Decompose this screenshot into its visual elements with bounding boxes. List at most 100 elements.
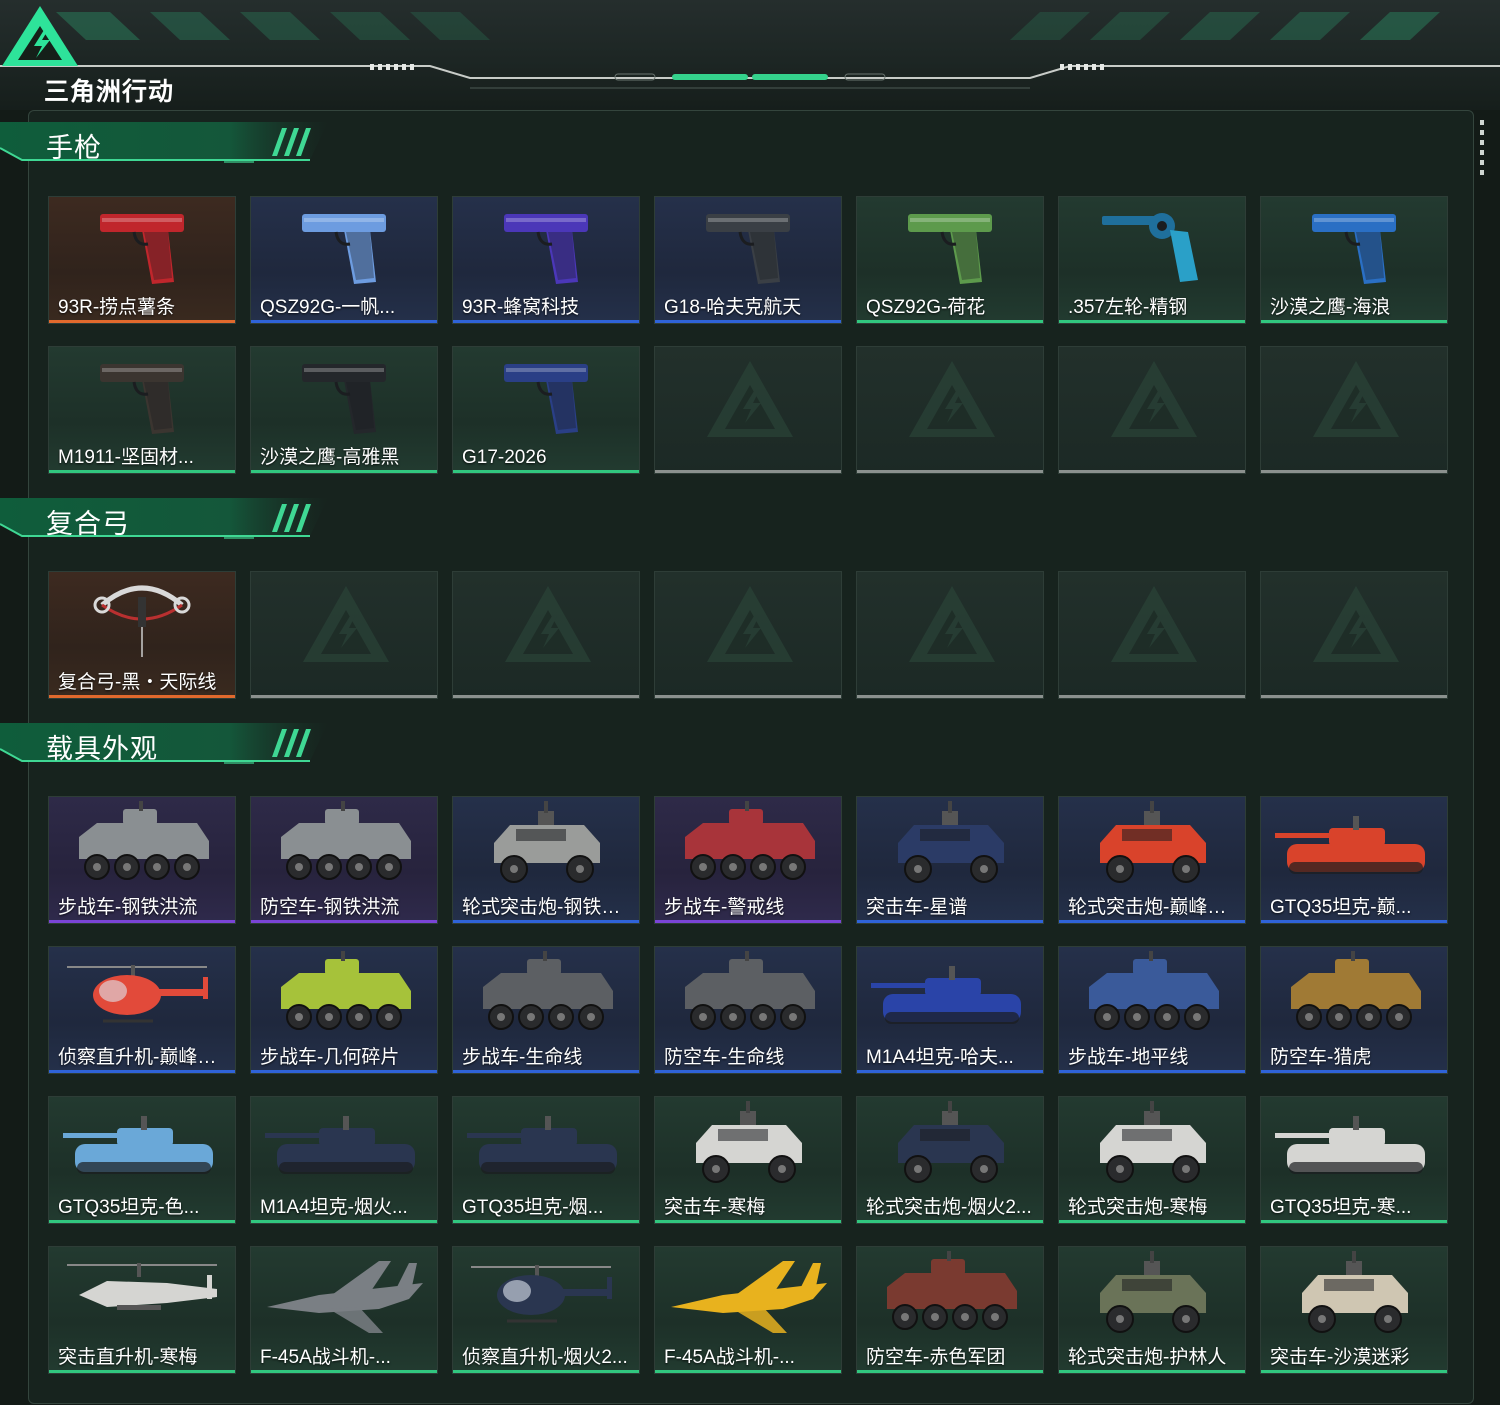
empty-slot[interactable] bbox=[654, 571, 842, 699]
pistol-icon bbox=[49, 197, 235, 293]
skin-card[interactable]: GTQ35坦克-巅... bbox=[1260, 796, 1448, 924]
tank-icon bbox=[49, 1097, 235, 1193]
rarity-bar bbox=[453, 320, 639, 323]
skin-card[interactable]: GTQ35坦克-色... bbox=[48, 1096, 236, 1224]
armored-car-icon bbox=[655, 1097, 841, 1193]
skin-card[interactable]: 复合弓-黑・天际线 bbox=[48, 571, 236, 699]
skin-card[interactable]: 步战车-地平线 bbox=[1058, 946, 1246, 1074]
rarity-bar bbox=[857, 470, 1043, 473]
rarity-bar bbox=[1261, 920, 1447, 923]
skin-name: M1911-坚固材... bbox=[58, 447, 194, 468]
apc-icon bbox=[251, 947, 437, 1043]
rarity-bar bbox=[453, 1070, 639, 1073]
skin-card[interactable]: 突击直升机-寒梅 bbox=[48, 1246, 236, 1374]
armored-car-icon bbox=[857, 1097, 1043, 1193]
skin-name: 步战车-警戒线 bbox=[664, 897, 785, 918]
skin-card[interactable]: QSZ92G-一帆... bbox=[250, 196, 438, 324]
skin-card[interactable]: 93R-蜂窝科技 bbox=[452, 196, 640, 324]
rarity-bar bbox=[453, 1370, 639, 1373]
rarity-bar bbox=[453, 1220, 639, 1223]
skin-card[interactable]: 防空车-钢铁洪流 bbox=[250, 796, 438, 924]
skin-card[interactable]: 轮式突击炮-护林人 bbox=[1058, 1246, 1246, 1374]
skin-card[interactable]: 突击车-星谱 bbox=[856, 796, 1044, 924]
delta-watermark-icon bbox=[301, 584, 391, 669]
rarity-bar bbox=[251, 1070, 437, 1073]
tank-icon bbox=[857, 947, 1043, 1043]
skin-card[interactable]: F-45A战斗机-... bbox=[250, 1246, 438, 1374]
empty-slot[interactable] bbox=[1058, 571, 1246, 699]
empty-slot[interactable] bbox=[452, 571, 640, 699]
rarity-bar bbox=[251, 920, 437, 923]
delta-watermark-icon bbox=[1109, 584, 1199, 669]
rarity-bar bbox=[857, 1370, 1043, 1373]
skin-card[interactable]: 步战车-几何碎片 bbox=[250, 946, 438, 1074]
skin-name: 突击车-寒梅 bbox=[664, 1197, 766, 1218]
apc-icon bbox=[1059, 947, 1245, 1043]
skin-card[interactable]: GTQ35坦克-烟... bbox=[452, 1096, 640, 1224]
empty-slot[interactable] bbox=[1058, 346, 1246, 474]
skin-card[interactable]: 步战车-钢铁洪流 bbox=[48, 796, 236, 924]
skin-card[interactable]: 93R-捞点薯条 bbox=[48, 196, 236, 324]
skin-card[interactable]: 轮式突击炮-钢铁洪... bbox=[452, 796, 640, 924]
empty-slot[interactable] bbox=[1260, 571, 1448, 699]
empty-slot[interactable] bbox=[856, 346, 1044, 474]
skin-card[interactable]: 突击车-沙漠迷彩 bbox=[1260, 1246, 1448, 1374]
skin-card[interactable]: 防空车-生命线 bbox=[654, 946, 842, 1074]
skin-card[interactable]: M1A4坦克-哈夫... bbox=[856, 946, 1044, 1074]
rarity-bar bbox=[1261, 695, 1447, 698]
skin-card[interactable]: 轮式突击炮-寒梅 bbox=[1058, 1096, 1246, 1224]
delta-watermark-icon bbox=[907, 584, 997, 669]
skin-card[interactable]: 沙漠之鹰-高雅黑 bbox=[250, 346, 438, 474]
skin-name: 沙漠之鹰-海浪 bbox=[1270, 297, 1391, 318]
skin-name: 步战车-钢铁洪流 bbox=[58, 897, 198, 918]
skin-name: GTQ35坦克-寒... bbox=[1270, 1197, 1412, 1218]
rarity-bar bbox=[655, 470, 841, 473]
skin-card[interactable]: F-45A战斗机-... bbox=[654, 1246, 842, 1374]
skin-name: 步战车-生命线 bbox=[462, 1047, 583, 1068]
rarity-bar bbox=[453, 470, 639, 473]
skin-card[interactable]: 步战车-警戒线 bbox=[654, 796, 842, 924]
skin-name: F-45A战斗机-... bbox=[664, 1347, 795, 1368]
pistol-icon bbox=[251, 197, 437, 293]
skin-card[interactable]: M1911-坚固材... bbox=[48, 346, 236, 474]
empty-slot[interactable] bbox=[856, 571, 1044, 699]
skin-card[interactable]: 防空车-猎虎 bbox=[1260, 946, 1448, 1074]
empty-slot[interactable] bbox=[1260, 346, 1448, 474]
skin-card[interactable]: 侦察直升机-巅峰竞... bbox=[48, 946, 236, 1074]
apc-icon bbox=[49, 797, 235, 893]
delta-watermark-icon bbox=[907, 359, 997, 444]
skin-card[interactable]: M1A4坦克-烟火... bbox=[250, 1096, 438, 1224]
skin-name: 93R-蜂窝科技 bbox=[462, 297, 580, 318]
skin-name: 突击车-星谱 bbox=[866, 897, 968, 918]
skin-card[interactable]: G17-2026 bbox=[452, 346, 640, 474]
skin-card[interactable]: QSZ92G-荷花 bbox=[856, 196, 1044, 324]
skin-card[interactable]: 侦察直升机-烟火2... bbox=[452, 1246, 640, 1374]
skin-card[interactable]: GTQ35坦克-寒... bbox=[1260, 1096, 1448, 1224]
rarity-bar bbox=[49, 320, 235, 323]
skin-card[interactable]: G18-哈夫克航天 bbox=[654, 196, 842, 324]
rarity-bar bbox=[857, 920, 1043, 923]
skin-name: GTQ35坦克-烟... bbox=[462, 1197, 604, 1218]
section-title: 载具外观 bbox=[46, 734, 158, 764]
apc-icon bbox=[655, 797, 841, 893]
pistol-icon bbox=[251, 347, 437, 443]
rarity-bar bbox=[251, 320, 437, 323]
skin-name: 轮式突击炮-钢铁洪... bbox=[462, 897, 635, 918]
apc-icon bbox=[857, 1247, 1043, 1343]
apc-icon bbox=[453, 947, 639, 1043]
empty-slot[interactable] bbox=[654, 346, 842, 474]
empty-slot[interactable] bbox=[250, 571, 438, 699]
skin-card[interactable]: 轮式突击炮-烟火2... bbox=[856, 1096, 1044, 1224]
skin-card[interactable]: 防空车-赤色军团 bbox=[856, 1246, 1044, 1374]
skin-card[interactable]: .357左轮-精钢 bbox=[1058, 196, 1246, 324]
revolver-icon bbox=[1059, 197, 1245, 293]
skin-card[interactable]: 步战车-生命线 bbox=[452, 946, 640, 1074]
rarity-bar bbox=[453, 695, 639, 698]
skin-card[interactable]: 沙漠之鹰-海浪 bbox=[1260, 196, 1448, 324]
rarity-bar bbox=[1261, 1220, 1447, 1223]
rarity-bar bbox=[1261, 470, 1447, 473]
helicopter-icon bbox=[453, 1247, 639, 1343]
scrollbar[interactable] bbox=[1480, 120, 1484, 180]
skin-card[interactable]: 轮式突击炮-巅峰竞... bbox=[1058, 796, 1246, 924]
skin-card[interactable]: 突击车-寒梅 bbox=[654, 1096, 842, 1224]
